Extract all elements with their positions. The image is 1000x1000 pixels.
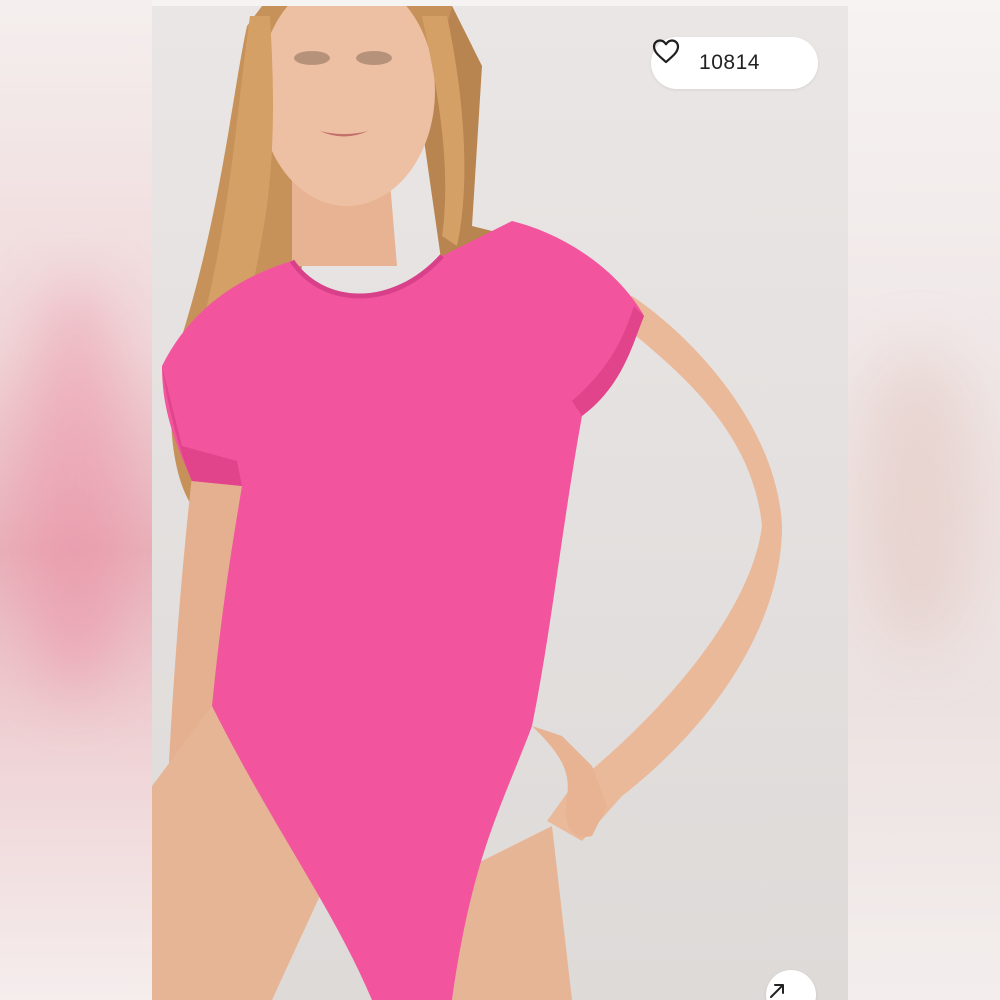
blurred-left-panel <box>0 0 152 1000</box>
like-button[interactable]: 10814 <box>651 37 818 89</box>
product-photo[interactable]: 10814 <box>152 6 848 1000</box>
model-illustration <box>152 6 782 1000</box>
blurred-right-panel <box>848 0 1000 1000</box>
like-count: 10814 <box>699 51 760 74</box>
